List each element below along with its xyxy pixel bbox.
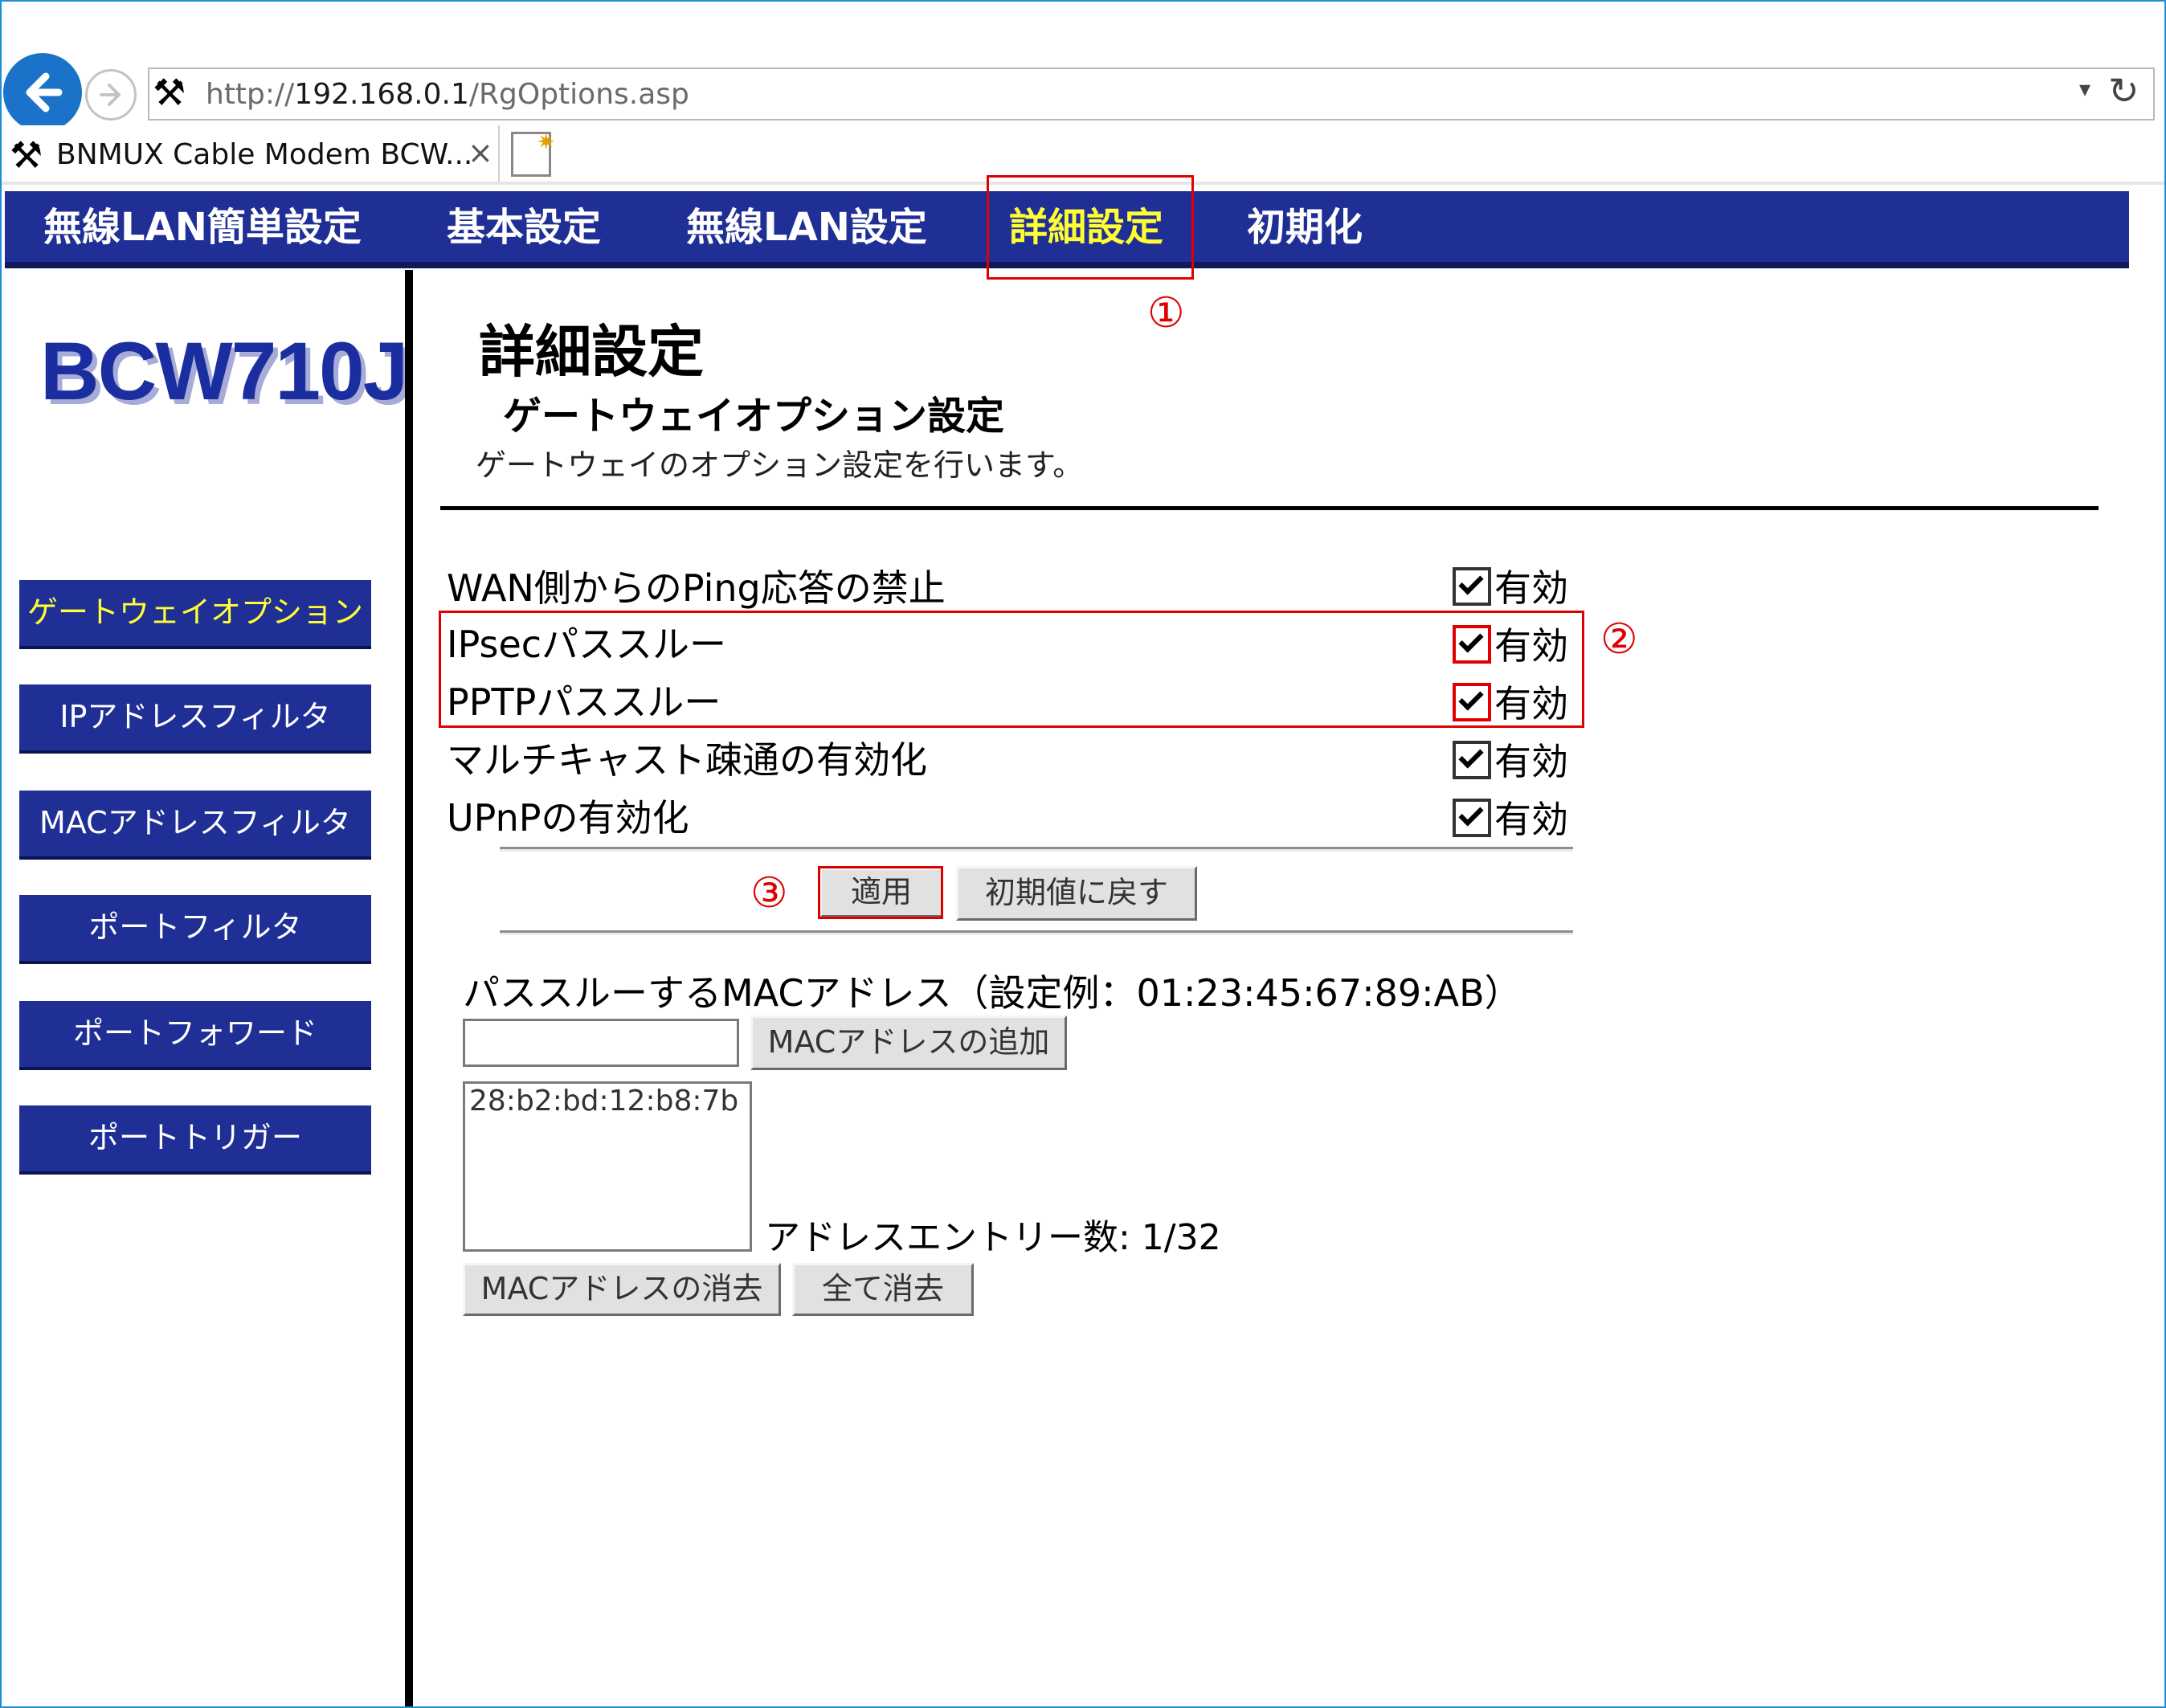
annotation-number-1: ①: [1147, 289, 1185, 337]
option-label-ipsec: IPsecパススルー: [447, 623, 727, 666]
nav-wireless[interactable]: 無線LAN設定: [686, 199, 927, 255]
reset-defaults-button[interactable]: 初期値に戻す: [956, 866, 1197, 921]
option-state-pptp: 有効: [1494, 682, 1568, 725]
option-state-wan-ping: 有効: [1494, 566, 1568, 610]
option-label-wan-ping: WAN側からのPing応答の禁止: [447, 566, 946, 610]
option-label-pptp: PPTPパススルー: [447, 680, 721, 724]
tab-favicon-icon: ⚒: [10, 133, 43, 177]
option-state-ipsec: 有効: [1494, 624, 1568, 668]
url-text[interactable]: http://192.168.0.1/RgOptions.asp: [206, 77, 689, 112]
sidebar-item-gateway-option[interactable]: ゲートウェイオプション: [19, 580, 371, 649]
chrome-divider: [0, 182, 2166, 185]
checkbox-ipsec[interactable]: [1453, 625, 1491, 664]
new-tab-star-icon: ✷: [537, 129, 556, 155]
annotation-number-3: ③: [750, 869, 788, 917]
checkbox-pptp[interactable]: [1453, 683, 1491, 721]
address-dropdown-icon[interactable]: ▾: [2079, 76, 2090, 102]
nav-wireless-easy[interactable]: 無線LAN簡単設定: [43, 199, 362, 255]
options-divider-top: [500, 847, 1573, 852]
option-state-upnp: 有効: [1494, 798, 1568, 841]
sidebar-item-port-filter[interactable]: ポートフィルタ: [19, 895, 371, 964]
apply-button[interactable]: 適用: [819, 868, 943, 917]
option-label-upnp: UPnPの有効化: [447, 796, 689, 840]
options-divider-bottom: [500, 930, 1573, 935]
refresh-icon[interactable]: ↻: [2108, 69, 2139, 112]
add-mac-button[interactable]: MACアドレスの追加: [750, 1015, 1067, 1070]
mac-address-input[interactable]: [463, 1019, 739, 1067]
list-item[interactable]: 28:b2:bd:12:b8:7b: [469, 1085, 738, 1118]
tab-title: BNMUX Cable Modem BCW...: [56, 138, 473, 171]
tools-icon: ⚒: [153, 71, 186, 114]
sidebar-item-mac-filter[interactable]: MACアドレスフィルタ: [19, 791, 371, 860]
page-title: 詳細設定: [479, 319, 704, 385]
checkbox-wan-ping[interactable]: [1453, 567, 1491, 606]
model-logo: BCW710J: [40, 325, 409, 417]
nav-basic[interactable]: 基本設定: [447, 199, 601, 255]
nav-advanced[interactable]: 詳細設定: [1009, 199, 1163, 255]
mac-passthrough-heading: パススルーするMACアドレス（設定例：01:23:45:67:89:AB）: [463, 971, 1522, 1015]
option-state-multicast: 有効: [1494, 740, 1568, 783]
section-title: ゲートウェイオプション設定: [503, 394, 1005, 439]
sidebar-divider: [405, 270, 413, 1708]
forward-button[interactable]: [85, 69, 137, 121]
annotation-number-2: ②: [1600, 615, 1638, 664]
clear-all-button[interactable]: 全て消去: [792, 1263, 974, 1316]
arrow-left-icon: [26, 72, 63, 112]
section-description: ゲートウェイのオプション設定を行います。: [476, 447, 1084, 483]
sidebar-item-ip-filter[interactable]: IPアドレスフィルタ: [19, 684, 371, 754]
delete-mac-button[interactable]: MACアドレスの消去: [463, 1263, 781, 1316]
address-entry-count: アドレスエントリー数: 1/32: [765, 1217, 1221, 1258]
tab-close-icon[interactable]: ×: [468, 135, 493, 170]
sidebar-item-port-trigger[interactable]: ポートトリガー: [19, 1105, 371, 1175]
checkbox-multicast[interactable]: [1453, 741, 1491, 779]
nav-reset[interactable]: 初期化: [1247, 199, 1363, 255]
sidebar-item-port-forward[interactable]: ポートフォワード: [19, 1001, 371, 1070]
back-button[interactable]: [3, 53, 82, 132]
arrow-right-icon: [100, 84, 121, 106]
option-label-multicast: マルチキャスト疎通の有効化: [447, 738, 927, 782]
main-divider: [440, 506, 2099, 510]
checkbox-upnp[interactable]: [1453, 799, 1491, 837]
